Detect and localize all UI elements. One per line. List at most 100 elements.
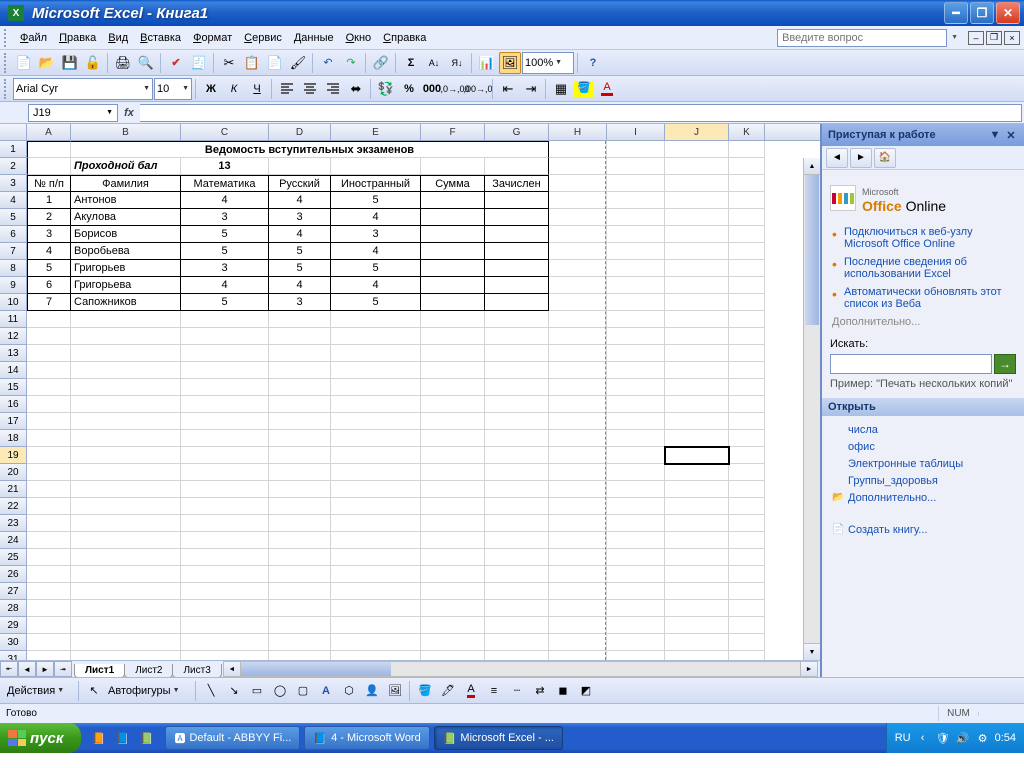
row-header[interactable]: 29 — [0, 617, 27, 634]
cell[interactable] — [549, 430, 607, 447]
cell[interactable]: Математика — [181, 175, 269, 192]
cell[interactable] — [71, 617, 181, 634]
cell[interactable] — [421, 498, 485, 515]
row-header[interactable]: 31 — [0, 651, 27, 660]
cell[interactable] — [421, 311, 485, 328]
cell[interactable] — [27, 532, 71, 549]
cell[interactable] — [181, 583, 269, 600]
sheet-tab[interactable]: Лист3 — [172, 664, 221, 678]
research-icon[interactable]: 🧾 — [188, 52, 210, 74]
cell[interactable] — [27, 430, 71, 447]
menu-Данные[interactable]: Данные — [288, 30, 340, 46]
cell[interactable] — [485, 192, 549, 209]
cell[interactable] — [421, 260, 485, 277]
cell[interactable] — [27, 498, 71, 515]
cell[interactable] — [607, 141, 665, 158]
cell[interactable] — [729, 294, 765, 311]
row-header[interactable]: 28 — [0, 600, 27, 617]
cell[interactable] — [27, 379, 71, 396]
cell[interactable]: 5 — [269, 243, 331, 260]
cell[interactable] — [269, 600, 331, 617]
cell[interactable] — [665, 617, 729, 634]
cell[interactable] — [665, 260, 729, 277]
cell[interactable] — [485, 277, 549, 294]
cell[interactable] — [549, 362, 607, 379]
cell[interactable] — [729, 481, 765, 498]
cell[interactable]: 6 — [27, 277, 71, 294]
cell[interactable] — [607, 583, 665, 600]
cell[interactable] — [331, 464, 421, 481]
cell[interactable] — [549, 464, 607, 481]
cell[interactable] — [665, 634, 729, 651]
line-icon[interactable]: ╲ — [200, 680, 222, 702]
new-icon[interactable]: 📄 — [13, 52, 35, 74]
cell[interactable] — [549, 260, 607, 277]
cell[interactable]: 3 — [181, 260, 269, 277]
cell[interactable] — [269, 396, 331, 413]
cell[interactable]: Григорьева — [71, 277, 181, 294]
copy-icon[interactable]: 📋 — [241, 52, 263, 74]
cell[interactable]: Антонов — [71, 192, 181, 209]
draw-actions-dropdown[interactable]: Действия▼ — [5, 680, 75, 702]
cell[interactable] — [607, 175, 665, 192]
row-header[interactable]: 24 — [0, 532, 27, 549]
row-header[interactable]: 25 — [0, 549, 27, 566]
cell[interactable] — [485, 413, 549, 430]
cell[interactable] — [421, 243, 485, 260]
cell[interactable] — [421, 396, 485, 413]
cell[interactable] — [665, 498, 729, 515]
align-right-icon[interactable] — [322, 78, 344, 100]
cell[interactable] — [607, 498, 665, 515]
start-button[interactable]: пуск — [0, 723, 81, 753]
cell[interactable] — [331, 532, 421, 549]
taskpane-link[interactable]: Подключиться к веб-узлу Microsoft Office… — [844, 226, 1016, 250]
cell[interactable] — [607, 464, 665, 481]
cell[interactable] — [607, 481, 665, 498]
cell[interactable] — [421, 192, 485, 209]
cell[interactable] — [27, 447, 71, 464]
row-header[interactable]: 30 — [0, 634, 27, 651]
cell[interactable] — [331, 651, 421, 660]
cell[interactable] — [27, 515, 71, 532]
line-style-icon[interactable]: ≡ — [483, 680, 505, 702]
cell[interactable] — [421, 481, 485, 498]
redo-icon[interactable]: ↷ — [340, 52, 362, 74]
cell[interactable] — [181, 379, 269, 396]
cell[interactable] — [269, 481, 331, 498]
cell[interactable] — [729, 328, 765, 345]
cell[interactable] — [549, 498, 607, 515]
row-header[interactable]: 3 — [0, 175, 27, 192]
help-search-input[interactable] — [777, 29, 947, 47]
cell[interactable] — [27, 158, 71, 175]
cut-icon[interactable]: ✂ — [218, 52, 240, 74]
chart-wizard-icon[interactable]: 📊 — [476, 52, 498, 74]
menu-Сервис[interactable]: Сервис — [238, 30, 288, 46]
cell[interactable] — [665, 583, 729, 600]
cell[interactable] — [71, 345, 181, 362]
cell[interactable] — [421, 600, 485, 617]
cell[interactable]: 5 — [181, 294, 269, 311]
taskbar-task[interactable]: 🅰Default - ABBYY Fi... — [165, 726, 300, 750]
cell[interactable] — [27, 328, 71, 345]
cell[interactable] — [181, 634, 269, 651]
row-header[interactable]: 16 — [0, 396, 27, 413]
cell[interactable] — [269, 447, 331, 464]
cell[interactable] — [27, 566, 71, 583]
cell[interactable] — [27, 617, 71, 634]
cell[interactable] — [607, 566, 665, 583]
cell[interactable] — [421, 209, 485, 226]
cell[interactable] — [421, 294, 485, 311]
cell[interactable] — [71, 430, 181, 447]
cell[interactable] — [421, 277, 485, 294]
cell[interactable] — [729, 192, 765, 209]
row-header[interactable]: 18 — [0, 430, 27, 447]
cell[interactable] — [27, 311, 71, 328]
cell[interactable]: Фамилия — [71, 175, 181, 192]
cell[interactable] — [665, 430, 729, 447]
cell[interactable] — [549, 617, 607, 634]
sheet-nav-next[interactable]: ► — [36, 661, 54, 677]
cell[interactable] — [421, 345, 485, 362]
cell[interactable] — [729, 175, 765, 192]
cell[interactable] — [549, 175, 607, 192]
cell[interactable] — [729, 277, 765, 294]
